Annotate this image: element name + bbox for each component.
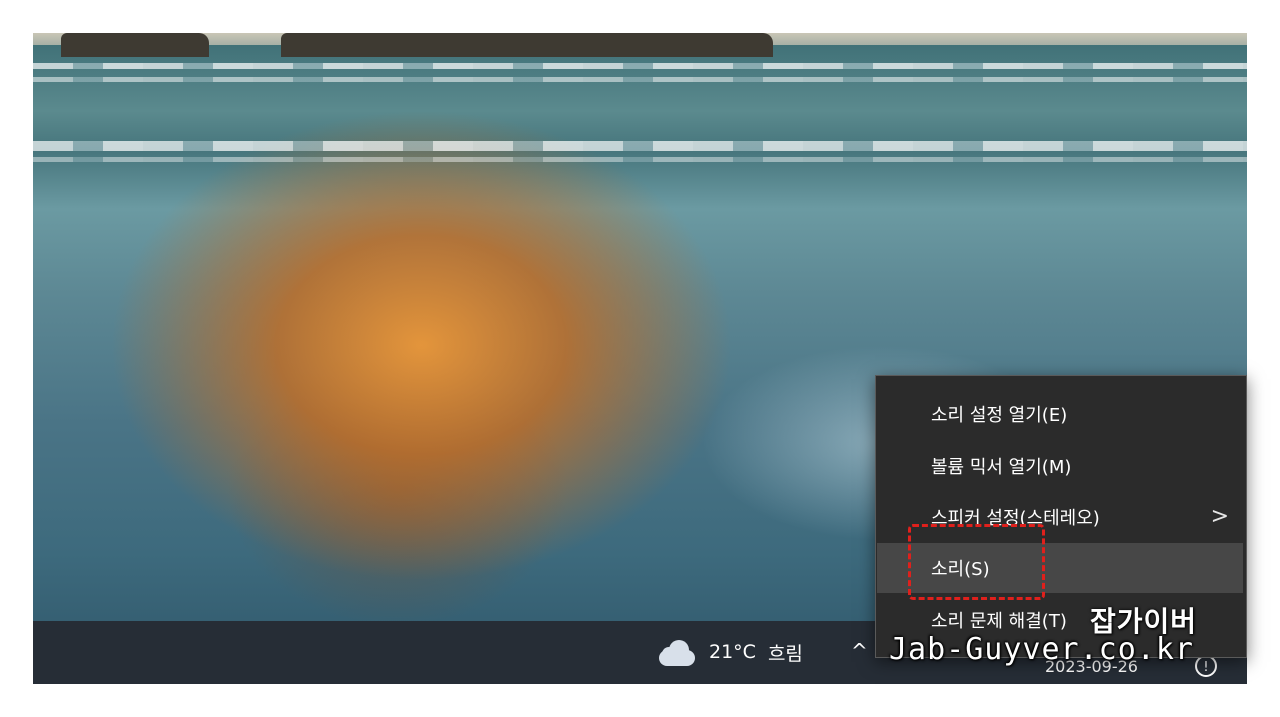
menu-item-label: 소리 설정 열기(E) xyxy=(931,405,1068,426)
wallpaper-wave xyxy=(33,157,1247,162)
cloud-icon xyxy=(657,638,697,666)
menu-item-open-volume-mixer[interactable]: 볼륨 믹서 열기(M) xyxy=(877,441,1243,491)
chevron-right-icon: > xyxy=(1210,504,1229,529)
wallpaper-wave xyxy=(33,141,1247,151)
weather-temperature: 21°C xyxy=(709,641,756,663)
wallpaper-rock xyxy=(281,33,773,57)
wallpaper-rock xyxy=(61,33,209,57)
highlight-annotation-box xyxy=(908,524,1045,600)
show-hidden-icons-chevron-icon[interactable]: ^ xyxy=(851,639,868,663)
menu-item-label: 소리 문제 해결(T) xyxy=(931,611,1067,632)
wallpaper-wave xyxy=(33,63,1247,69)
weather-condition: 흐림 xyxy=(767,642,803,665)
wallpaper-wave xyxy=(33,77,1247,82)
watermark-domain: Jab-Guyver.co.kr xyxy=(889,632,1194,667)
menu-item-label: 볼륨 믹서 열기(M) xyxy=(931,457,1072,478)
notification-icon[interactable]: ! xyxy=(1195,655,1217,677)
menu-item-open-sound-settings[interactable]: 소리 설정 열기(E) xyxy=(877,389,1243,439)
weather-widget[interactable]: 21°C 흐림 xyxy=(657,635,803,669)
